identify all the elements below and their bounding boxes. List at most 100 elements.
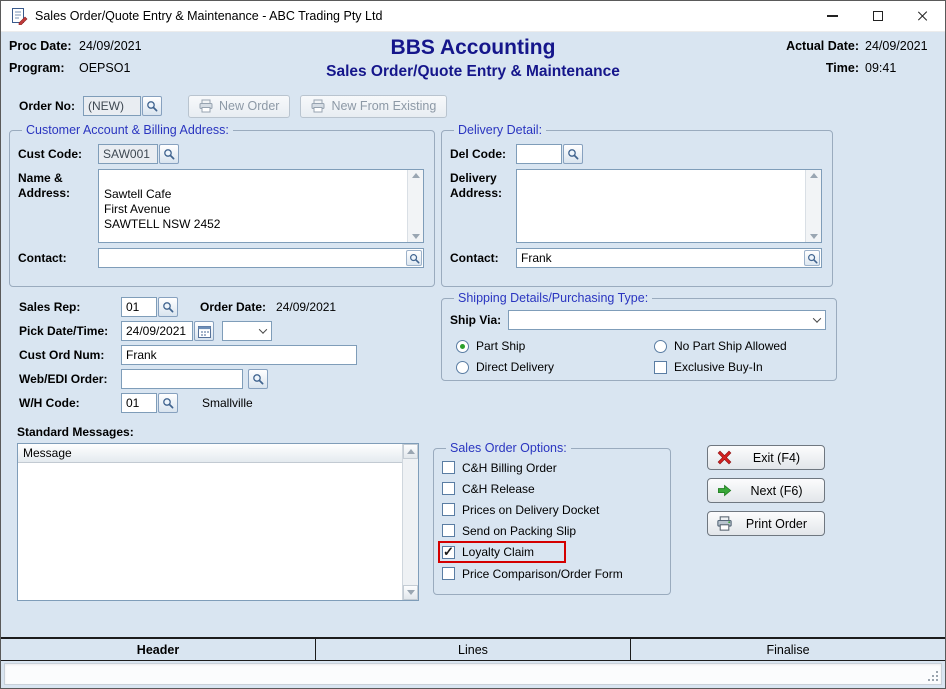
delivery-address-label: Delivery Address: [450, 169, 516, 201]
prices-on-delivery-docket-checkbox[interactable]: Prices on Delivery Docket [442, 499, 660, 520]
scroll-down-icon [412, 234, 420, 239]
web-edi-lookup-button[interactable] [248, 369, 268, 389]
minimize-button[interactable] [810, 1, 855, 31]
close-button[interactable] [900, 1, 945, 31]
maximize-button[interactable] [855, 1, 900, 31]
ch-billing-order-checkbox[interactable]: C&H Billing Order [442, 457, 660, 478]
cust-ord-num-label: Cust Ord Num: [19, 348, 121, 362]
search-icon [409, 253, 420, 264]
proc-date-label: Proc Date: [9, 39, 73, 53]
checkbox-icon [654, 361, 667, 374]
name-address-textarea[interactable]: Sawtell Cafe First Avenue SAWTELL NSW 24… [98, 169, 424, 243]
ship-via-combobox[interactable] [508, 310, 826, 330]
checkbox-icon [442, 482, 455, 495]
sales-order-options-group: Sales Order Options: C&H Billing Order C… [433, 441, 671, 595]
next-button-label: Next (F6) [738, 484, 815, 498]
app-icon [10, 7, 28, 25]
app-window: Sales Order/Quote Entry & Maintenance - … [0, 0, 946, 689]
standard-messages-listbox[interactable]: Message [17, 443, 419, 601]
titlebar[interactable]: Sales Order/Quote Entry & Maintenance - … [1, 1, 945, 32]
chevron-down-icon [813, 314, 821, 322]
delivery-address-scrollbar[interactable] [805, 170, 821, 242]
billing-contact-lookup-button[interactable] [406, 250, 422, 266]
tab-header-label: Header [137, 643, 179, 657]
checkbox-icon [442, 546, 455, 559]
sales-rep-lookup-button[interactable] [158, 297, 178, 317]
price-comparison-order-form-checkbox[interactable]: Price Comparison/Order Form [442, 563, 660, 584]
part-ship-label: Part Ship [476, 339, 525, 353]
order-no-row: Order No: (NEW) New Order New From Exist… [19, 94, 447, 118]
billing-contact-field[interactable] [98, 248, 424, 268]
print-order-button[interactable]: Print Order [707, 511, 825, 536]
delivery-address-textarea[interactable] [516, 169, 822, 243]
app-title: BBS Accounting [211, 36, 735, 60]
direct-delivery-label: Direct Delivery [476, 360, 554, 374]
wh-code-field[interactable]: 01 [121, 393, 157, 413]
loyalty-claim-label: Loyalty Claim [462, 545, 534, 559]
scroll-down-button[interactable] [403, 585, 418, 600]
name-address-scrollbar[interactable] [407, 170, 423, 242]
send-on-packing-slip-checkbox[interactable]: Send on Packing Slip [442, 520, 660, 541]
direct-delivery-radio[interactable]: Direct Delivery [456, 360, 654, 374]
checkbox-icon [442, 567, 455, 580]
next-button[interactable]: Next (F6) [707, 478, 825, 503]
shipping-details-group: Shipping Details/Purchasing Type: Ship V… [441, 291, 837, 381]
loyalty-claim-checkbox[interactable]: Loyalty Claim [438, 541, 566, 563]
scroll-up-icon [412, 173, 420, 178]
screen-title: Sales Order/Quote Entry & Maintenance [211, 63, 735, 81]
del-code-field[interactable] [516, 144, 562, 164]
scroll-down-icon [407, 590, 415, 595]
no-part-ship-radio[interactable]: No Part Ship Allowed [654, 339, 826, 353]
new-from-existing-label: New From Existing [331, 99, 436, 113]
web-edi-order-label: Web/EDI Order: [19, 372, 121, 386]
part-ship-radio[interactable]: Part Ship [456, 339, 654, 353]
order-no-lookup-button[interactable] [142, 96, 162, 116]
program-value: OEPSO1 [79, 61, 142, 75]
exclusive-buy-in-checkbox[interactable]: Exclusive Buy-In [654, 360, 826, 374]
checkbox-icon [442, 503, 455, 516]
no-part-ship-label: No Part Ship Allowed [674, 339, 787, 353]
pick-time-combobox[interactable] [222, 321, 272, 341]
customer-billing-group: Customer Account & Billing Address: Cust… [9, 123, 435, 287]
del-code-label: Del Code: [450, 147, 516, 161]
tab-header[interactable]: Header [1, 639, 316, 660]
exit-button[interactable]: Exit (F4) [707, 445, 825, 470]
radio-icon [654, 340, 667, 353]
form-body: Proc Date: 24/09/2021 Program: OEPSO1 BB… [1, 33, 945, 688]
chevron-down-icon [259, 325, 267, 333]
cust-code-lookup-button[interactable] [159, 144, 179, 164]
new-order-label: New Order [219, 99, 279, 113]
tab-finalise[interactable]: Finalise [631, 639, 945, 660]
delivery-contact-lookup-button[interactable] [804, 250, 820, 266]
scroll-up-button[interactable] [403, 444, 418, 459]
tab-lines[interactable]: Lines [316, 639, 631, 660]
sales-order-options-group-title: Sales Order Options: [446, 441, 571, 455]
ch-billing-order-label: C&H Billing Order [462, 461, 557, 475]
delivery-contact-label: Contact: [450, 251, 516, 265]
exclusive-buy-in-label: Exclusive Buy-In [674, 360, 763, 374]
wh-code-lookup-button[interactable] [158, 393, 178, 413]
exit-button-label: Exit (F4) [738, 451, 815, 465]
ch-release-checkbox[interactable]: C&H Release [442, 478, 660, 499]
sales-rep-field[interactable]: 01 [121, 297, 157, 317]
sales-rep-label: Sales Rep: [19, 300, 121, 314]
delivery-contact-field[interactable]: Frank [516, 248, 822, 268]
checkbox-icon [442, 524, 455, 537]
messages-scrollbar[interactable] [402, 444, 418, 600]
cust-ord-num-field[interactable]: Frank [121, 345, 357, 365]
pick-date-time-label: Pick Date/Time: [19, 324, 121, 338]
proc-date-value: 24/09/2021 [79, 39, 142, 53]
print-order-button-label: Print Order [738, 517, 815, 531]
new-from-existing-button: New From Existing [300, 95, 447, 118]
name-address-value: Sawtell Cafe First Avenue SAWTELL NSW 24… [104, 187, 220, 231]
resize-grip[interactable] [927, 670, 939, 682]
time-value: 09:41 [865, 61, 935, 75]
del-code-lookup-button[interactable] [563, 144, 583, 164]
web-edi-order-field[interactable] [121, 369, 243, 389]
pick-date-calendar-button[interactable] [194, 321, 214, 341]
actual-date-label: Actual Date: [786, 39, 859, 53]
actual-date-value: 24/09/2021 [865, 39, 935, 53]
messages-column-header: Message [18, 444, 402, 463]
billing-contact-label: Contact: [18, 251, 98, 265]
pick-date-field[interactable]: 24/09/2021 [121, 321, 193, 341]
